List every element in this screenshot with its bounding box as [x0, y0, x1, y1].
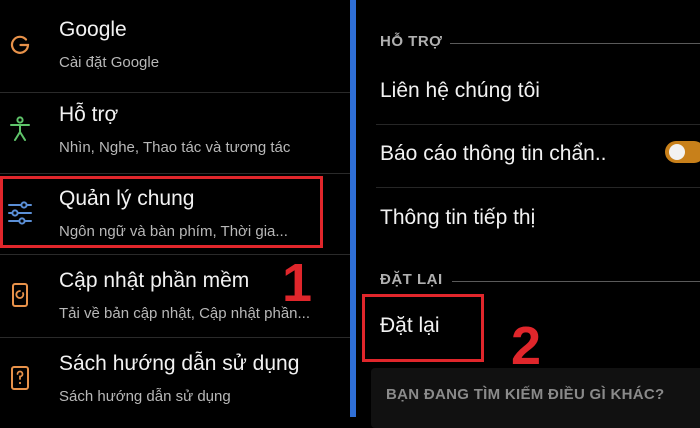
diagnostic-report-item[interactable]: Báo cáo thông tin chẩn.. [380, 142, 607, 166]
diagnostic-toggle[interactable] [665, 141, 700, 163]
settings-item-title: Sách hướng dẫn sử dụng [59, 352, 300, 375]
list-divider [0, 173, 350, 174]
settings-item-title: Google [59, 18, 127, 41]
settings-item-user-manual[interactable]: Sách hướng dẫn sử dụng Sách hướng dẫn sử… [0, 342, 350, 417]
marketing-info-item[interactable]: Thông tin tiếp thị [380, 206, 535, 230]
step-number-1: 1 [282, 253, 313, 313]
settings-item-subtitle: Sách hướng dẫn sử dụng [59, 388, 231, 405]
toggle-knob [669, 144, 685, 160]
settings-item-subtitle: Tải về bản cập nhật, Cập nhật phần... [59, 305, 311, 322]
settings-item-subtitle: Cài đặt Google [59, 54, 160, 71]
software-update-icon [6, 281, 34, 309]
list-divider [376, 187, 700, 188]
contact-us-item[interactable]: Liên hệ chúng tôi [380, 79, 540, 103]
section-header-support: HỖ TRỢ [380, 33, 443, 50]
highlight-box-general-management [0, 176, 323, 248]
section-divider [450, 43, 700, 44]
settings-item-title: Cập nhật phần mềm [59, 269, 250, 292]
google-icon [6, 30, 34, 58]
list-divider [376, 124, 700, 125]
accessibility-icon [6, 115, 34, 143]
settings-item-subtitle: Nhìn, Nghe, Thao tác và tương tác [59, 139, 291, 156]
highlight-box-reset [362, 294, 484, 362]
search-prompt: BẠN ĐANG TÌM KIẾM ĐIỀU GÌ KHÁC? [386, 386, 665, 403]
list-divider [0, 337, 350, 338]
step-number-2: 2 [511, 316, 542, 376]
user-manual-icon [6, 364, 34, 392]
settings-item-title: Hỗ trợ [59, 103, 119, 126]
settings-item-google[interactable]: Google Cài đặt Google [0, 8, 350, 88]
settings-item-accessibility[interactable]: Hỗ trợ Nhìn, Nghe, Thao tác và tương tác [0, 93, 350, 173]
section-header-reset: ĐẶT LẠI [380, 271, 443, 288]
section-divider [452, 281, 700, 282]
